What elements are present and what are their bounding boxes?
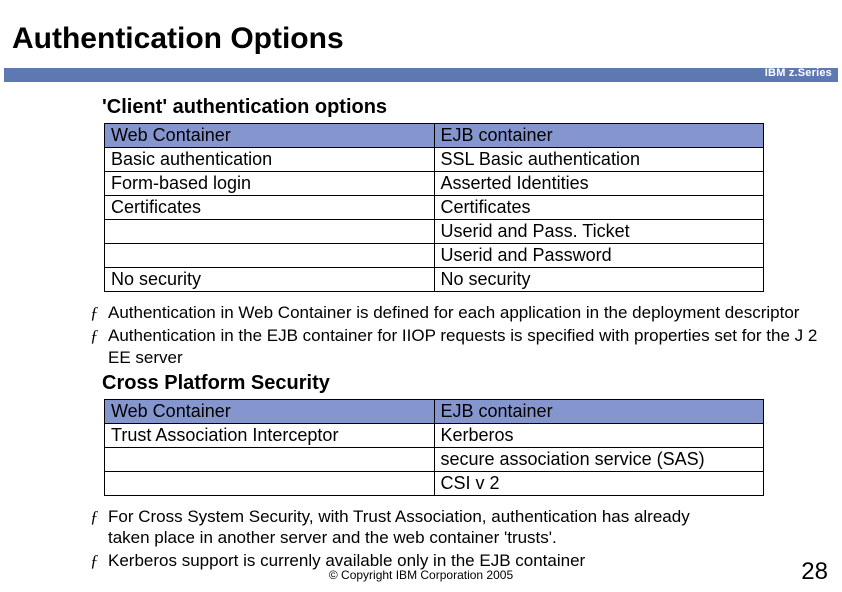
slide-body: 'Client' authentication options Web Cont…	[0, 82, 842, 572]
bullets-1: ƒ Authentication in Web Container is def…	[90, 302, 830, 368]
bullet-mark: ƒ	[90, 325, 108, 368]
bullet-text: Authentication in the EJB container for …	[108, 325, 830, 368]
table-row: Certificates Certificates	[105, 196, 764, 220]
section1-table: Web Container EJB container Basic authen…	[104, 123, 764, 292]
cell: Basic authentication	[105, 148, 435, 172]
cell	[105, 471, 435, 495]
bullet-mark: ƒ	[90, 302, 108, 323]
table-row: CSI v 2	[105, 471, 764, 495]
table-row: No security No security	[105, 268, 764, 292]
table-row: Web Container EJB container	[105, 399, 764, 423]
slide-title: Authentication Options	[0, 0, 842, 66]
table-row: Trust Association Interceptor Kerberos	[105, 423, 764, 447]
cell: Kerberos	[434, 423, 764, 447]
cell: Userid and Pass. Ticket	[434, 220, 764, 244]
bullet-item: ƒ For Cross System Security, with Trust …	[90, 506, 730, 549]
bullet-item: ƒ Authentication in the EJB container fo…	[90, 325, 830, 368]
bullet-text: For Cross System Security, with Trust As…	[108, 506, 730, 549]
cell: EJB container	[434, 124, 764, 148]
header-bar: IBM z.Series	[4, 68, 838, 82]
table-row: Userid and Password	[105, 244, 764, 268]
cell	[105, 447, 435, 471]
bullet-mark: ƒ	[90, 506, 108, 549]
cell: CSI v 2	[434, 471, 764, 495]
cell: Certificates	[434, 196, 764, 220]
cell: Userid and Password	[434, 244, 764, 268]
cell: secure association service (SAS)	[434, 447, 764, 471]
cell: No security	[434, 268, 764, 292]
table-row: Userid and Pass. Ticket	[105, 220, 764, 244]
table-row: secure association service (SAS)	[105, 447, 764, 471]
cell: Asserted Identities	[434, 172, 764, 196]
bullets-2: ƒ For Cross System Security, with Trust …	[90, 506, 730, 572]
bullet-item: ƒ Authentication in Web Container is def…	[90, 302, 830, 323]
cell	[105, 220, 435, 244]
bullet-text: Authentication in Web Container is defin…	[108, 302, 830, 323]
cell: Certificates	[105, 196, 435, 220]
table-row: Form-based login Asserted Identities	[105, 172, 764, 196]
cell: Web Container	[105, 399, 435, 423]
section2-table: Web Container EJB container Trust Associ…	[104, 399, 764, 496]
cell: EJB container	[434, 399, 764, 423]
section1-heading: 'Client' authentication options	[102, 96, 830, 119]
page-number: 28	[801, 558, 828, 586]
cell: Form-based login	[105, 172, 435, 196]
brand-label: IBM z.Series	[765, 67, 832, 79]
cell: SSL Basic authentication	[434, 148, 764, 172]
section2-heading: Cross Platform Security	[102, 372, 830, 395]
table-row: Web Container EJB container	[105, 124, 764, 148]
cell	[105, 244, 435, 268]
cell: Trust Association Interceptor	[105, 423, 435, 447]
copyright-text: © Copyright IBM Corporation 2005	[0, 568, 842, 582]
cell: Web Container	[105, 124, 435, 148]
cell: No security	[105, 268, 435, 292]
table-row: Basic authentication SSL Basic authentic…	[105, 148, 764, 172]
